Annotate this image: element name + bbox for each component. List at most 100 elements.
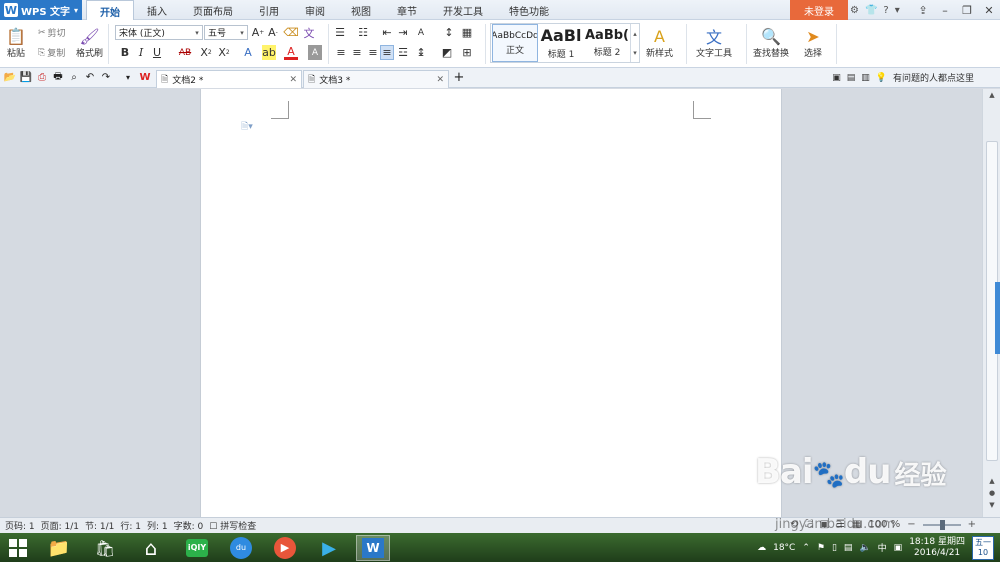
chevron-down-icon[interactable]: ▾ [121,70,135,84]
tab-page-layout[interactable]: 页面布局 [180,0,246,20]
close-button[interactable]: ✕ [978,0,1000,20]
grow-font-icon[interactable]: A + [251,25,265,40]
tab-home[interactable]: 开始 [86,0,134,21]
app-menu-button[interactable]: W WPS 文字 ▾ [0,0,82,20]
wps-writer-icon[interactable]: W [356,535,390,561]
numbered-list-icon[interactable]: ☷ [356,25,370,40]
wps-home-icon[interactable]: W [138,70,152,84]
font-size-select[interactable]: 五号 ▾ [204,25,248,40]
zoom-out-icon[interactable]: − [907,519,915,530]
clear-format-icon[interactable]: ⌫ [283,25,299,40]
tray-app-icon[interactable]: ▣ [894,543,903,553]
tool-icon-2[interactable]: ▤ [847,73,856,83]
sort-icon[interactable]: ↕ [442,25,456,40]
status-words[interactable]: 字数: 0 [174,519,204,532]
highlight-icon[interactable]: ab [262,45,276,60]
tab-chapter[interactable]: 章节 [384,0,430,20]
zoom-slider-knob[interactable] [939,519,945,530]
minimize-button[interactable]: – [934,0,956,20]
tab-view[interactable]: 视图 [338,0,384,20]
help-icon[interactable]: ? [883,5,888,16]
justify-icon[interactable]: ≡ [380,45,394,60]
media-player-icon[interactable]: ▶ [268,535,302,561]
weather-icon[interactable]: ☁ [757,543,766,553]
feedback-link[interactable]: 有问题的人都点这里 [893,71,974,84]
tab-features[interactable]: 特色功能 [496,0,562,20]
login-button[interactable]: 未登录 [790,0,848,20]
restore-button[interactable]: ❐ [956,0,978,20]
increase-indent-icon[interactable]: ⇥ [396,25,410,40]
file-explorer-icon[interactable]: 📁 [42,535,76,561]
style-heading-2[interactable]: AaBb( 标题 2 [585,24,629,62]
char-shading-icon[interactable]: A [308,45,322,60]
weather-temp[interactable]: 18°C [773,543,795,553]
distributed-icon[interactable]: ☲ [396,45,410,60]
strikethrough-icon[interactable]: AB [176,45,194,60]
table-icon[interactable]: ▦ [460,25,474,40]
align-right-icon[interactable]: ≡ [366,45,380,60]
subscript-icon[interactable]: X2 [217,45,231,60]
next-page-icon[interactable]: ▼ [983,501,1000,509]
volume-icon[interactable]: 🔈 [859,543,870,553]
side-panel-handle[interactable] [995,282,1000,354]
ime-indicator[interactable]: 中 [878,541,887,554]
clock[interactable]: 18:18 星期四 2016/4/21 [909,537,965,559]
save-icon[interactable]: 💾 [19,70,33,84]
doc-tab-active[interactable]: 🗎 文档2 * ✕ [156,70,302,88]
network-icon[interactable]: ▤ [844,543,853,553]
baidu-cloud-icon[interactable]: du [224,535,258,561]
style-normal[interactable]: AaBbCcDd 正文 [492,24,538,62]
browse-object-icon[interactable]: ● [983,489,1000,497]
zoom-in-icon[interactable]: + [968,519,976,530]
bullet-list-icon[interactable]: ☰ [333,25,347,40]
text-effect-icon[interactable]: A [241,45,255,60]
font-color-icon[interactable]: A [284,45,298,60]
flag-icon[interactable]: ⚑ [817,543,825,553]
format-painter-button[interactable]: 🖌 格式刷 [76,26,103,60]
video-app-icon[interactable]: ▶ [312,535,346,561]
print-icon[interactable]: 🖶 [51,70,65,84]
show-hidden-icons[interactable]: ⌃ [802,543,810,553]
tab-references[interactable]: 引用 [246,0,292,20]
tab-developer[interactable]: 开发工具 [430,0,496,20]
decrease-indent-icon[interactable]: ⇤ [380,25,394,40]
close-icon[interactable]: ✕ [289,75,297,85]
export-pdf-icon[interactable]: ⎙ [35,70,49,84]
store-icon[interactable]: 🛍 [88,535,122,561]
borders-icon[interactable]: ⊞ [460,45,474,60]
tab-review[interactable]: 审阅 [292,0,338,20]
paste-button[interactable]: 📋 粘贴 [6,26,26,60]
bold-icon[interactable]: B [118,45,132,60]
skin-icon[interactable]: 👕 [865,5,877,16]
phonetic-icon[interactable]: 文 [302,25,316,40]
tool-icon-1[interactable]: ▣ [832,73,841,83]
chevron-down-icon[interactable]: ▾ [895,5,900,16]
cut-button[interactable]: ✂ 剪切 [38,26,66,40]
zoom-slider[interactable] [922,519,961,530]
shading-icon[interactable]: ◩ [440,45,454,60]
copy-button[interactable]: ⎘ 复制 [38,46,65,60]
calendar-widget[interactable]: 五一 10 [972,535,994,560]
home-icon[interactable]: ⌂ [134,535,168,561]
align-left-icon[interactable]: ≡ [334,45,348,60]
new-style-button[interactable]: A 新样式 [646,26,673,60]
iqiyi-icon[interactable]: iQIY [180,535,214,561]
superscript-icon[interactable]: X2 [199,45,213,60]
tab-insert[interactable]: 插入 [134,0,180,20]
spell-check-toggle[interactable]: ☐ 拼写检查 [209,519,256,532]
style-heading-1[interactable]: AaBl 标题 1 [539,24,583,62]
text-direction-icon[interactable]: A [414,25,428,40]
align-center-icon[interactable]: ≡ [350,45,364,60]
tool-icon-3[interactable]: ▥ [861,73,870,83]
text-tools-button[interactable]: 文 文字工具 [696,26,732,59]
start-button[interactable] [6,536,30,560]
open-folder-icon[interactable]: 📂 [3,70,17,84]
scroll-up-icon[interactable]: ▲ [983,91,1000,99]
underline-icon[interactable]: U [150,45,164,60]
select-button[interactable]: ➤ 选择 [803,26,823,60]
line-spacing-icon[interactable]: ↨ [414,45,428,60]
document-page[interactable]: 🗎▾ [200,89,782,517]
shrink-font-icon[interactable]: A- [266,25,280,40]
italic-icon[interactable]: I [134,45,148,60]
redo-icon[interactable]: ↷ [99,70,113,84]
